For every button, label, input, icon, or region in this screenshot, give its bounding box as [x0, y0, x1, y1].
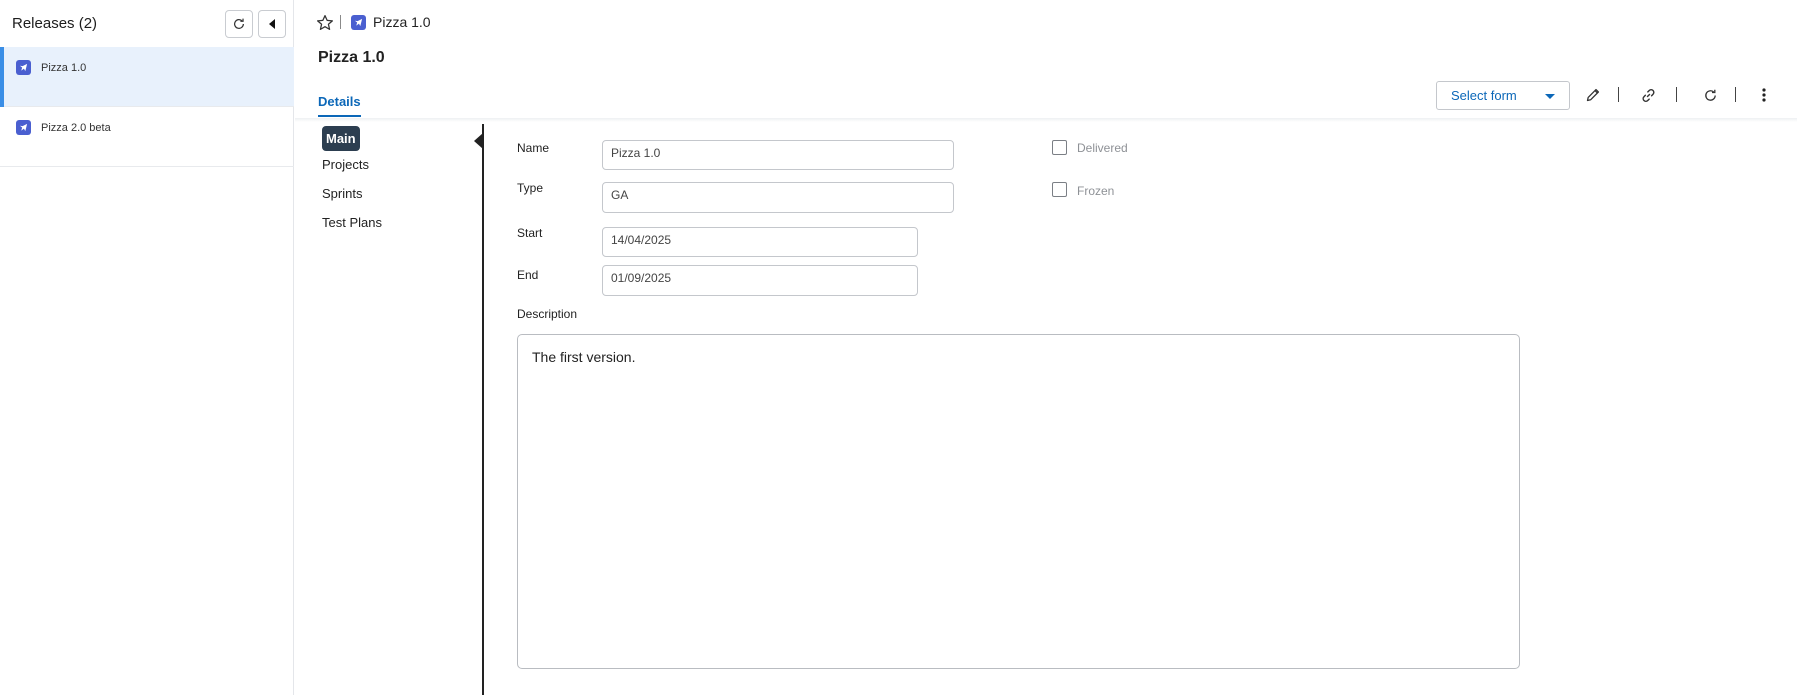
- header-divider: [295, 118, 1797, 122]
- section-nav-test-plans[interactable]: Test Plans: [322, 215, 382, 230]
- toolbar-separator: [1676, 87, 1677, 102]
- release-icon: [16, 120, 31, 135]
- section-nav-projects[interactable]: Projects: [322, 157, 369, 172]
- type-field[interactable]: GA: [602, 182, 954, 213]
- refresh-icon: [1704, 89, 1716, 101]
- refresh-icon: [234, 18, 244, 29]
- end-label: End: [517, 268, 539, 282]
- description-label: Description: [517, 307, 578, 321]
- release-list-item-label: Pizza 2.0 beta: [41, 122, 111, 134]
- more-vertical-icon: [1762, 88, 1766, 102]
- toolbar-separator: [1618, 87, 1619, 102]
- releases-sidebar: Releases (2) Pizza 1.0 Pizza 2.0 beta: [0, 0, 294, 695]
- select-form-dropdown[interactable]: Select form: [1436, 81, 1570, 110]
- edit-button[interactable]: [1583, 85, 1603, 105]
- description-text: The first version.: [532, 349, 636, 365]
- chevron-down-icon: [1545, 94, 1555, 99]
- end-date-field[interactable]: 01/09/2025: [602, 265, 918, 296]
- release-list-item[interactable]: Pizza 1.0: [0, 47, 294, 107]
- start-label: Start: [517, 226, 543, 240]
- start-date-field[interactable]: 14/04/2025: [602, 227, 918, 257]
- frozen-label: Frozen: [1077, 184, 1115, 198]
- collapse-sidebar-button[interactable]: [258, 10, 286, 38]
- release-list: Pizza 1.0 Pizza 2.0 beta: [0, 47, 294, 167]
- sidebar-header: Releases (2): [0, 0, 294, 47]
- breadcrumb-separator: [340, 15, 341, 29]
- section-divider: [482, 124, 484, 695]
- copy-link-button[interactable]: [1638, 85, 1658, 105]
- release-icon: [16, 60, 31, 75]
- select-form-label: Select form: [1451, 88, 1517, 103]
- description-editor[interactable]: The first version.: [517, 334, 1520, 669]
- favorite-star-icon[interactable]: [316, 14, 334, 32]
- sidebar-title: Releases (2): [12, 15, 98, 32]
- section-nav-sprints[interactable]: Sprints: [322, 186, 362, 201]
- frozen-checkbox[interactable]: [1052, 182, 1067, 197]
- toolbar-separator: [1735, 87, 1736, 102]
- delivered-label: Delivered: [1077, 141, 1128, 155]
- name-field[interactable]: Pizza 1.0: [602, 140, 954, 170]
- release-list-item[interactable]: Pizza 2.0 beta: [0, 107, 294, 167]
- refresh-button[interactable]: [225, 10, 253, 38]
- breadcrumb: Pizza 1.0: [373, 14, 431, 30]
- tab-details[interactable]: Details: [318, 94, 361, 117]
- section-nav-main[interactable]: Main: [322, 126, 360, 151]
- pencil-icon: [1586, 88, 1600, 102]
- link-icon: [1641, 88, 1655, 102]
- type-label: Type: [517, 181, 544, 195]
- reload-button[interactable]: [1700, 85, 1720, 105]
- caret-left-icon: [269, 19, 275, 29]
- delivered-checkbox[interactable]: [1052, 140, 1067, 155]
- page-title: Pizza 1.0: [318, 49, 385, 66]
- more-options-button[interactable]: [1754, 85, 1774, 105]
- active-section-pointer: [474, 133, 483, 149]
- name-label: Name: [517, 141, 550, 155]
- release-icon: [351, 15, 366, 30]
- release-list-item-label: Pizza 1.0: [41, 62, 87, 74]
